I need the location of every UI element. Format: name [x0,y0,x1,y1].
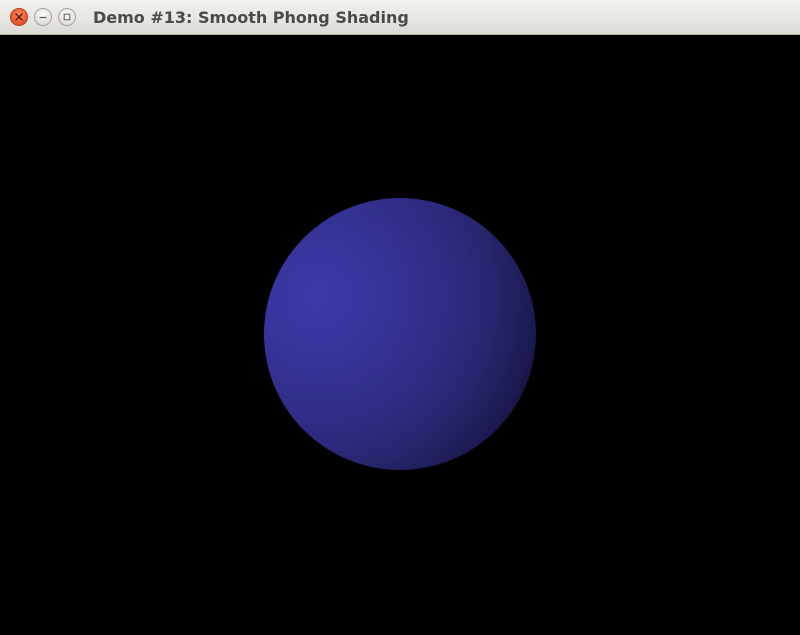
maximize-button[interactable] [58,8,76,26]
maximize-icon [63,13,71,21]
minimize-button[interactable] [34,8,52,26]
app-window: Demo #13: Smooth Phong Shading [0,0,800,635]
close-button[interactable] [10,8,28,26]
title-bar[interactable]: Demo #13: Smooth Phong Shading [0,0,800,35]
minimize-icon [39,16,47,19]
render-viewport[interactable] [0,35,800,635]
shaded-sphere [264,198,536,470]
close-icon [15,13,23,21]
window-title: Demo #13: Smooth Phong Shading [93,8,409,27]
